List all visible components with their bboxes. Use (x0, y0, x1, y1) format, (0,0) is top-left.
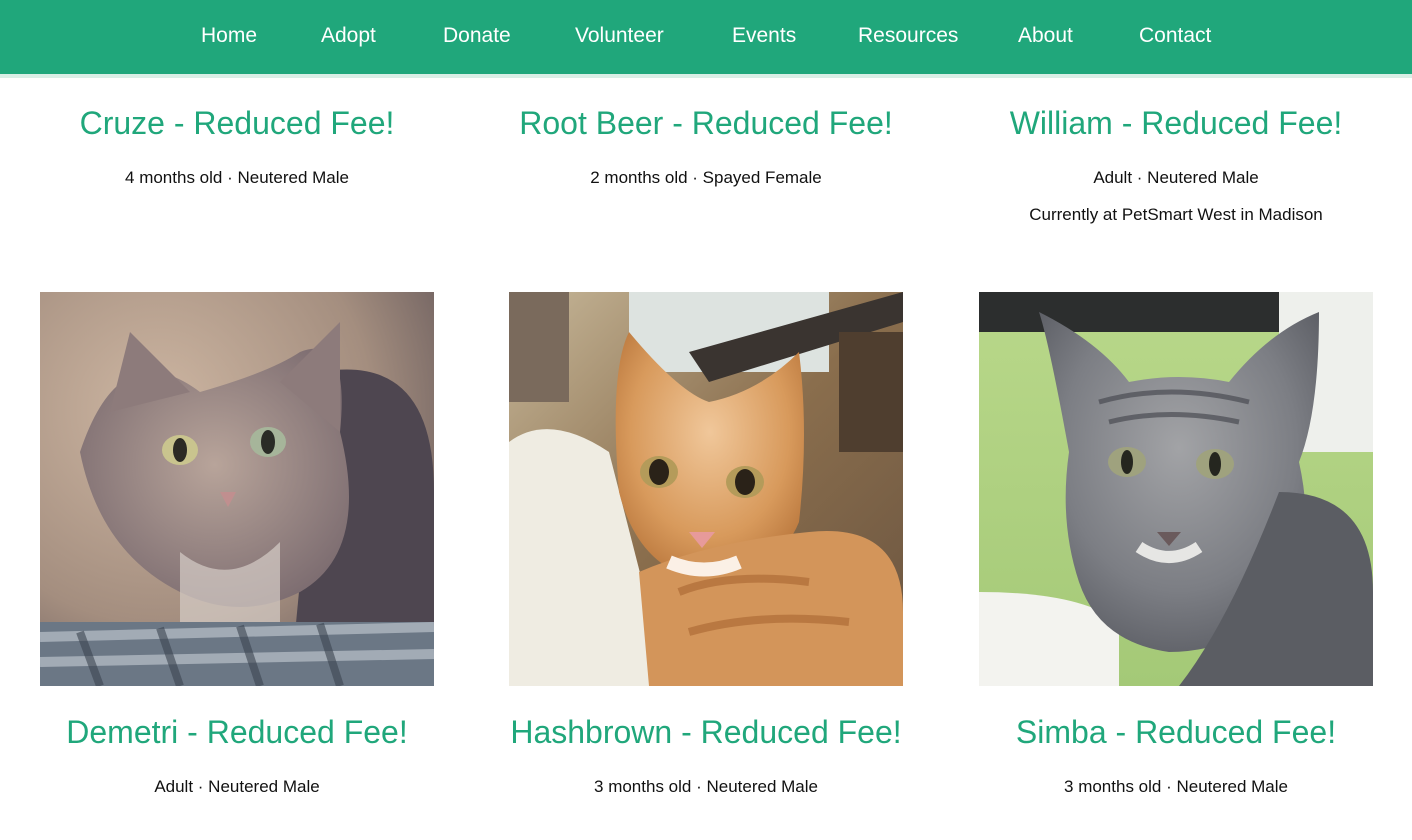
pet-name-link[interactable]: Hashbrown - Reduced Fee! (471, 714, 941, 751)
gray-tabby-kitten-photo[interactable] (979, 292, 1373, 686)
pet-name-link[interactable]: Demetri - Reduced Fee! (2, 714, 472, 751)
pet-name-link[interactable]: Cruze - Reduced Fee! (2, 105, 472, 142)
kitten-photo-image (509, 292, 903, 686)
kitten-photo-image (979, 292, 1373, 686)
nav-volunteer[interactable]: Volunteer (575, 24, 664, 48)
nav-home[interactable]: Home (201, 24, 257, 48)
gray-tabby-cat-photo[interactable] (40, 292, 434, 686)
pet-info: 3 months old · Neutered Male (594, 777, 818, 796)
nav-events[interactable]: Events (732, 24, 796, 48)
pet-info: Adult · Neutered Male (1093, 168, 1259, 187)
nav-resources[interactable]: Resources (858, 24, 958, 48)
pet-name-link[interactable]: Root Beer - Reduced Fee! (471, 105, 941, 142)
nav-about[interactable]: About (1018, 24, 1073, 48)
pet-info: 2 months old · Spayed Female (590, 168, 822, 187)
nav-contact[interactable]: Contact (1139, 24, 1211, 48)
nav-adopt[interactable]: Adopt (321, 24, 376, 48)
pet-info: 4 months old · Neutered Male (125, 168, 349, 187)
pet-name-link[interactable]: Simba - Reduced Fee! (941, 714, 1411, 751)
main-navbar: Home Adopt Donate Volunteer Events Resou… (0, 0, 1412, 78)
cat-photo-image (40, 292, 434, 686)
pet-name-link[interactable]: William - Reduced Fee! (941, 105, 1411, 142)
nav-donate[interactable]: Donate (443, 24, 511, 48)
pet-info: Adult · Neutered Male (154, 777, 320, 796)
orange-tabby-kitten-photo[interactable] (509, 292, 903, 686)
pet-info: 3 months old · Neutered Male (1064, 777, 1288, 796)
pet-location: Currently at PetSmart West in Madison (1029, 205, 1323, 224)
